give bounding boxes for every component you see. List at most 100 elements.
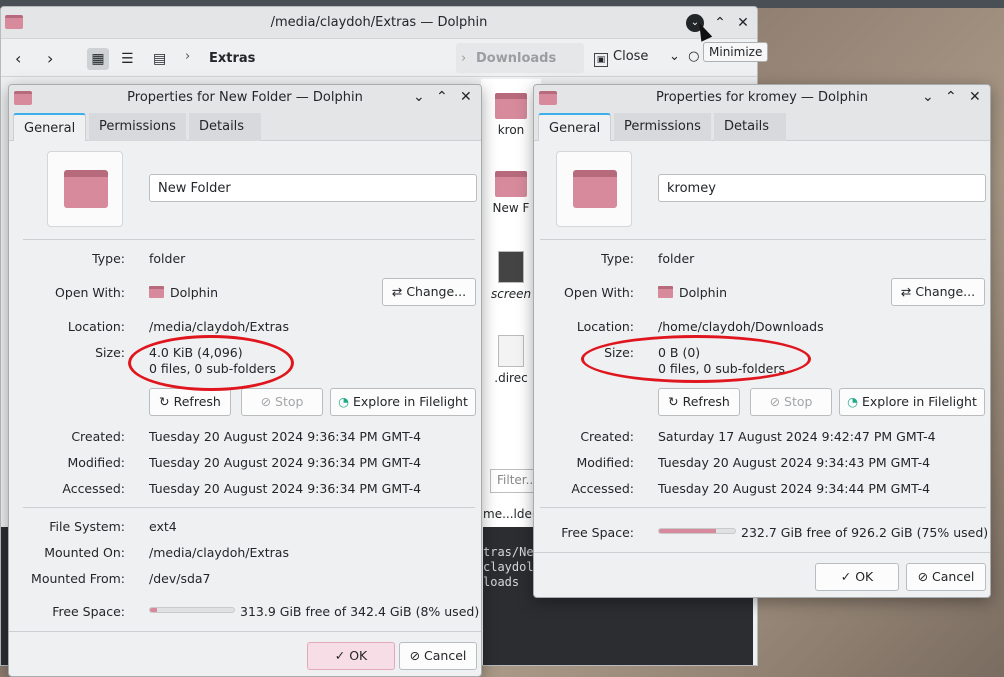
status-text: me...lder (483, 507, 537, 521)
close-button[interactable]: ✕ (460, 89, 472, 105)
disk-usage-fill (659, 529, 716, 533)
modified-label: Modified: (576, 455, 634, 470)
tab-bar: General Permissions Details (9, 111, 481, 141)
check-icon: ✓ (334, 648, 350, 663)
accessed-label: Accessed: (571, 481, 634, 496)
details-view-button[interactable]: ▤ (153, 48, 166, 70)
change-button[interactable]: ⇄ Change... (382, 278, 476, 306)
name-field[interactable] (658, 174, 986, 202)
folder-icon (64, 170, 108, 208)
ok-button[interactable]: ✓ OK (307, 642, 395, 670)
chevron-right-icon: › (185, 49, 191, 64)
location-label: Location: (67, 319, 125, 334)
file-item[interactable]: screen (491, 251, 531, 301)
file-system-value: ext4 (149, 519, 177, 534)
minimize-button[interactable]: ⌄ (922, 89, 934, 105)
tab-details[interactable]: Details (189, 113, 261, 141)
cancel-label: Cancel (424, 648, 467, 663)
chevron-left-icon: ‹ (15, 49, 22, 68)
size-label: Size: (604, 345, 634, 360)
open-with-label: Open With: (564, 285, 634, 300)
compact-view-button[interactable]: ☰ (121, 48, 134, 70)
free-space-value: 313.9 GiB free of 342.4 GiB (8% used) (240, 604, 480, 619)
tab-permissions[interactable]: Permissions (89, 113, 186, 141)
list-compact-icon: ☰ (121, 51, 134, 67)
stop-button[interactable]: ⊘ Stop (750, 388, 832, 416)
forward-button[interactable]: › (47, 48, 53, 70)
file-item[interactable]: New F (491, 171, 531, 215)
filelight-icon: ◔ (338, 394, 353, 409)
name-field[interactable] (149, 174, 477, 202)
created-value: Tuesday 20 August 2024 9:36:34 PM GMT-4 (149, 429, 422, 444)
file-name: screen (491, 287, 532, 301)
refresh-icon: ↻ (159, 394, 174, 409)
close-split-button[interactable]: ▣ Close (594, 49, 648, 67)
dialog-titlebar[interactable]: Properties for kromey — Dolphin ⌄ ⌃ ✕ (534, 85, 990, 111)
tab-details[interactable]: Details (714, 113, 786, 141)
created-label: Created: (580, 429, 634, 444)
cancel-icon: ⊘ (409, 648, 425, 663)
icons-view-button[interactable]: ▦ (87, 48, 109, 70)
image-icon (498, 251, 524, 283)
stop-button[interactable]: ⊘ Stop (241, 388, 323, 416)
stop-label: Stop (784, 394, 813, 409)
stop-icon: ⊘ (260, 394, 276, 409)
created-label: Created: (71, 429, 125, 444)
divider (534, 552, 990, 553)
refresh-button[interactable]: ↻ Refresh (149, 388, 231, 416)
ok-label: OK (349, 648, 368, 663)
location-label: Location: (576, 319, 634, 334)
mounted-on-value: /media/claydoh/Extras (149, 545, 289, 560)
main-titlebar[interactable]: /media/claydoh/Extras — Dolphin ⌄ ⌃ ✕ (1, 7, 757, 39)
check-icon: ✓ (840, 569, 856, 584)
chevron-right-icon: › (47, 49, 54, 68)
dolphin-icon (149, 286, 164, 298)
folder-icon (495, 93, 527, 119)
back-button[interactable]: ‹ (15, 48, 21, 70)
dialog-titlebar[interactable]: Properties for New Folder — Dolphin ⌄ ⌃ … (9, 85, 481, 111)
tab-general[interactable]: General (538, 113, 612, 141)
file-name: New F (492, 201, 530, 215)
ok-button[interactable]: ✓ OK (815, 563, 899, 591)
location-value: /media/claydoh/Extras (149, 319, 289, 334)
cancel-button[interactable]: ⊘ Cancel (399, 642, 477, 670)
file-name: .direc (494, 371, 528, 385)
maximize-button[interactable]: ⌃ (711, 14, 729, 32)
accessed-value: Tuesday 20 August 2024 9:36:34 PM GMT-4 (149, 481, 422, 496)
minimize-button[interactable]: ⌄ (413, 89, 425, 105)
file-item[interactable]: .direc (491, 335, 531, 385)
main-toolbar: ‹ › ▦ ☰ ▤ › Extras › Downloads ▣ Close ⌄ … (1, 39, 757, 77)
explore-filelight-button[interactable]: ◔ Explore in Filelight (839, 388, 985, 416)
maximize-button[interactable]: ⌃ (436, 89, 448, 105)
folder-icon-button[interactable] (556, 151, 632, 227)
tab-bar: General Permissions Details (534, 111, 990, 141)
explore-filelight-button[interactable]: ◔ Explore in Filelight (330, 388, 476, 416)
stop-label: Stop (275, 394, 304, 409)
modified-value: Tuesday 20 August 2024 9:36:34 PM GMT-4 (149, 455, 422, 470)
refresh-button[interactable]: ↻ Refresh (658, 388, 740, 416)
folder-icon (573, 170, 617, 208)
cancel-button[interactable]: ⊘ Cancel (906, 563, 986, 591)
minimize-tooltip: Minimize (703, 42, 769, 62)
dolphin-icon (658, 286, 673, 298)
close-button[interactable]: ✕ (969, 89, 981, 105)
free-space-value: 232.7 GiB free of 926.2 GiB (75% used) (741, 525, 989, 540)
change-button[interactable]: ⇄ Change... (891, 278, 985, 306)
maximize-button[interactable]: ⌃ (945, 89, 957, 105)
divider (23, 239, 475, 240)
tab-permissions[interactable]: Permissions (614, 113, 711, 141)
breadcrumb-extras[interactable]: Extras (209, 51, 255, 66)
tab-general[interactable]: General (13, 113, 87, 141)
cancel-icon: ⊘ (917, 569, 933, 584)
breadcrumb-downloads[interactable]: Downloads (476, 51, 556, 66)
free-space-label: Free Space: (52, 604, 125, 619)
more-options-button[interactable]: ⌄ ○ (669, 49, 700, 64)
file-item[interactable]: kron (491, 93, 531, 137)
close-window-button[interactable]: ✕ (734, 14, 752, 32)
folder-icon-button[interactable] (47, 151, 123, 227)
folder-icon (495, 171, 527, 197)
size-value: 4.0 KiB (4,096) (149, 345, 243, 360)
mounted-from-value: /dev/sda7 (149, 571, 211, 586)
stop-icon: ⊘ (769, 394, 785, 409)
open-with-app: Dolphin (170, 285, 218, 300)
